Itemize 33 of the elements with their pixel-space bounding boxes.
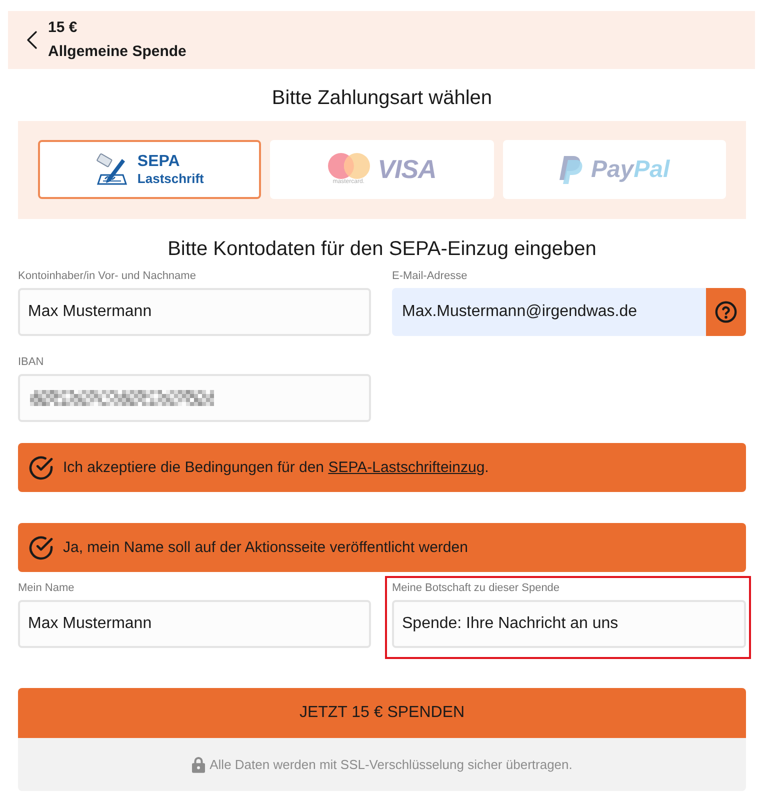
message-input-field[interactable]: Spende: Ihre Nachricht an uns xyxy=(392,600,746,648)
terms-link[interactable]: SEPA-Lastschrifteinzug xyxy=(328,458,485,476)
name-input-field[interactable]: Max Mustermann xyxy=(18,288,371,336)
donation-amount: 15 € xyxy=(48,18,78,38)
field-label: Kontoinhaber/in Vor- und Nachname xyxy=(18,269,197,283)
back-chevron-icon[interactable] xyxy=(26,31,38,49)
paypal-wordmark: PayPal xyxy=(590,156,670,184)
field-label: E-Mail-Adresse xyxy=(392,269,468,283)
check-circle-icon[interactable] xyxy=(29,536,53,560)
check-circle-icon[interactable] xyxy=(29,456,53,480)
help-icon xyxy=(715,301,737,323)
consent-text: Ja, mein Name soll auf der Aktionsseite veröffentlicht werden xyxy=(63,538,468,558)
pen-on-slip-icon xyxy=(95,152,130,186)
consent-text: Ich akzeptiere die Bedingungen für den SEPA-Lastschrifteinzug. xyxy=(63,458,489,478)
donate-button[interactable]: JETZT 15 € SPENDEN xyxy=(18,688,746,738)
payment-option[interactable]: SEPA Lastschrift xyxy=(38,140,262,199)
field-label: IBAN xyxy=(18,355,45,369)
field-label: Mein Name xyxy=(18,581,76,595)
field-label: Meine Botschaft zu dieser Spende xyxy=(392,581,561,595)
sepa-wordmark: SEPA xyxy=(137,152,181,170)
section-heading: Bitte Zahlungsart wählen xyxy=(270,86,494,110)
lastschrift-label: Lastschrift xyxy=(137,170,204,186)
overlapping-circles-icon xyxy=(328,153,370,179)
iban-input-field[interactable] xyxy=(18,374,371,422)
security-note: Alle Daten werden mit SSL-Verschlüsselung sicher übertragen. xyxy=(210,757,572,772)
p-letter-icon xyxy=(558,156,583,184)
email-input-field[interactable]: Max.Mustermann@irgendwas.de xyxy=(392,288,706,336)
name-input-field[interactable]: Max Mustermann xyxy=(18,600,371,648)
help-button[interactable] xyxy=(706,288,746,336)
donation-title: Allgemeine Spende xyxy=(48,42,186,62)
card-brand-wordmark: VISA xyxy=(378,154,436,185)
section-heading: Bitte Kontodaten für den SEPA-Einzug eingeben xyxy=(166,237,598,261)
lock-icon xyxy=(192,756,205,773)
